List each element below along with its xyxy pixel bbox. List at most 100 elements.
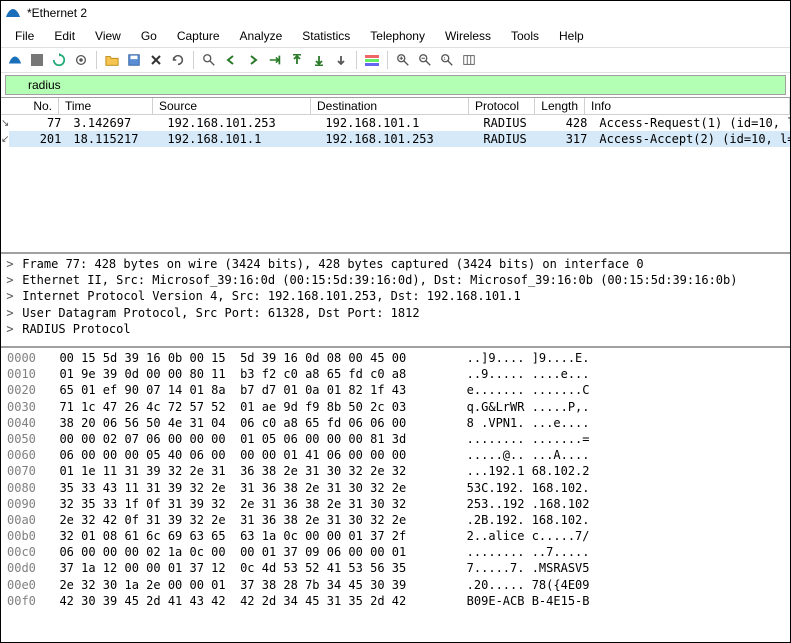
hex-bytes: 00 00 02 07 06 00 00 00 01 05 06 00 00 0… [45,431,445,447]
reload-button[interactable] [168,50,188,70]
auto-scroll-button[interactable] [331,50,351,70]
menu-analyze[interactable]: Analyze [232,27,291,45]
menu-telephony[interactable]: Telephony [362,27,433,45]
svg-text:1: 1 [444,56,447,61]
detail-tree-row[interactable]: > Frame 77: 428 bytes on wire (3424 bits… [5,256,786,272]
detail-tree-row[interactable]: > RADIUS Protocol [5,321,786,337]
title-bar: *Ethernet 2 [1,1,790,25]
detail-tree-row[interactable]: > Ethernet II, Src: Microsof_39:16:0d (0… [5,272,786,288]
hex-line[interactable]: 00c0 06 00 00 00 02 1a 0c 00 00 01 37 09… [7,544,784,560]
expand-icon[interactable]: > [5,305,15,321]
detail-text: Internet Protocol Version 4, Src: 192.16… [15,289,521,303]
hex-bytes: 06 00 00 00 02 1a 0c 00 00 01 37 09 06 0… [45,544,445,560]
packet-cell: 18.115217 [67,131,161,147]
hex-line[interactable]: 0060 06 00 00 00 05 40 06 00 00 00 01 41… [7,447,784,463]
colorize-button[interactable] [362,50,382,70]
menu-capture[interactable]: Capture [169,27,228,45]
menu-go[interactable]: Go [133,27,165,45]
detail-tree-row[interactable]: > Internet Protocol Version 4, Src: 192.… [5,288,786,304]
main-toolbar: 1 [1,47,790,73]
hex-line[interactable]: 00e0 2e 32 30 1a 2e 00 00 01 37 38 28 7b… [7,577,784,593]
menu-tools[interactable]: Tools [503,27,547,45]
go-to-packet-button[interactable] [265,50,285,70]
hex-line[interactable]: 0010 01 9e 39 0d 00 00 80 11 b3 f2 c0 a8… [7,366,784,382]
packet-direction-icon: ↙ [1,131,9,147]
capture-options-button[interactable] [71,50,91,70]
detail-tree-row[interactable]: > User Datagram Protocol, Src Port: 6132… [5,305,786,321]
hex-line[interactable]: 0050 00 00 02 07 06 00 00 00 01 05 06 00… [7,431,784,447]
hex-line[interactable]: 0090 32 35 33 1f 0f 31 39 32 2e 31 36 38… [7,496,784,512]
go-forward-button[interactable] [243,50,263,70]
hex-line[interactable]: 0000 00 15 5d 39 16 0b 00 15 5d 39 16 0d… [7,350,784,366]
packet-row[interactable]: 773.142697192.168.101.253192.168.101.1RA… [9,115,790,131]
save-file-button[interactable] [124,50,144,70]
menu-bar: FileEditViewGoCaptureAnalyzeStatisticsTe… [1,25,790,47]
hex-line[interactable]: 0080 35 33 43 11 31 39 32 2e 31 36 38 2e… [7,480,784,496]
hex-offset: 0060 [7,447,45,463]
toolbar-separator [387,51,388,69]
packet-cell: 192.168.101.253 [161,115,319,131]
expand-icon[interactable]: > [5,321,15,337]
packet-list-pane[interactable]: No. Time Source Destination Protocol Len… [1,97,790,252]
menu-help[interactable]: Help [551,27,592,45]
column-source[interactable]: Source [153,98,311,114]
hex-ascii: 7.....7. .MSRASV5 [445,560,590,576]
hex-ascii: .2B.192. 168.102. [445,512,590,528]
hex-ascii: 8 .VPN1. ...e.... [445,415,590,431]
packet-bytes-pane[interactable]: 0000 00 15 5d 39 16 0b 00 15 5d 39 16 0d… [1,346,790,606]
zoom-reset-button[interactable]: 1 [437,50,457,70]
restart-capture-button[interactable] [49,50,69,70]
packet-cell: 3.142697 [67,115,161,131]
column-destination[interactable]: Destination [311,98,469,114]
column-no[interactable]: No. [1,98,59,114]
go-last-button[interactable] [309,50,329,70]
zoom-in-button[interactable] [393,50,413,70]
hex-ascii: .....@.. ...A.... [445,447,590,463]
column-protocol[interactable]: Protocol [469,98,535,114]
resize-columns-button[interactable] [459,50,479,70]
hex-line[interactable]: 00a0 2e 32 42 0f 31 39 32 2e 31 36 38 2e… [7,512,784,528]
display-filter-input[interactable] [5,75,786,95]
stop-capture-button[interactable] [27,50,47,70]
expand-icon[interactable]: > [5,256,15,272]
packet-details-pane[interactable]: > Frame 77: 428 bytes on wire (3424 bits… [1,252,790,346]
open-file-button[interactable] [102,50,122,70]
hex-bytes: 38 20 06 56 50 4e 31 04 06 c0 a8 65 fd 0… [45,415,445,431]
close-file-button[interactable] [146,50,166,70]
hex-ascii: 253..192 .168.102 [445,496,590,512]
column-info[interactable]: Info [585,98,790,114]
wireshark-icon[interactable] [5,50,25,70]
menu-edit[interactable]: Edit [46,27,83,45]
menu-view[interactable]: View [87,27,129,45]
hex-line[interactable]: 0040 38 20 06 56 50 4e 31 04 06 c0 a8 65… [7,415,784,431]
menu-statistics[interactable]: Statistics [294,27,358,45]
hex-line[interactable]: 00d0 37 1a 12 00 00 01 37 12 0c 4d 53 52… [7,560,784,576]
hex-ascii: q.G&LrWR .....P,. [445,399,590,415]
packet-cell: 192.168.101.1 [161,131,319,147]
zoom-out-button[interactable] [415,50,435,70]
packet-cell: 192.168.101.1 [319,115,477,131]
expand-icon[interactable]: > [5,288,15,304]
hex-line[interactable]: 0020 65 01 ef 90 07 14 01 8a b7 d7 01 0a… [7,382,784,398]
hex-line[interactable]: 0030 71 1c 47 26 4c 72 57 52 01 ae 9d f9… [7,399,784,415]
find-packet-button[interactable] [199,50,219,70]
go-back-button[interactable] [221,50,241,70]
menu-file[interactable]: File [7,27,42,45]
menu-wireless[interactable]: Wireless [437,27,499,45]
hex-bytes: 35 33 43 11 31 39 32 2e 31 36 38 2e 31 3… [45,480,445,496]
expand-icon[interactable]: > [5,272,15,288]
hex-ascii: B09E-ACB B-4E15-B [445,593,590,606]
column-length[interactable]: Length [535,98,585,114]
hex-line[interactable]: 00b0 32 01 08 61 6c 69 63 65 63 1a 0c 00… [7,528,784,544]
hex-bytes: 00 15 5d 39 16 0b 00 15 5d 39 16 0d 08 0… [45,350,445,366]
packet-list-header: No. Time Source Destination Protocol Len… [1,98,790,115]
hex-ascii: e....... .......C [445,382,590,398]
packet-row[interactable]: 20118.115217192.168.101.1192.168.101.253… [9,131,790,147]
hex-offset: 0050 [7,431,45,447]
detail-text: Ethernet II, Src: Microsof_39:16:0d (00:… [15,273,737,287]
window-title: *Ethernet 2 [27,6,87,20]
go-first-button[interactable] [287,50,307,70]
column-time[interactable]: Time [59,98,153,114]
hex-line[interactable]: 00f0 42 30 39 45 2d 41 43 42 42 2d 34 45… [7,593,784,606]
hex-line[interactable]: 0070 01 1e 11 31 39 32 2e 31 36 38 2e 31… [7,463,784,479]
